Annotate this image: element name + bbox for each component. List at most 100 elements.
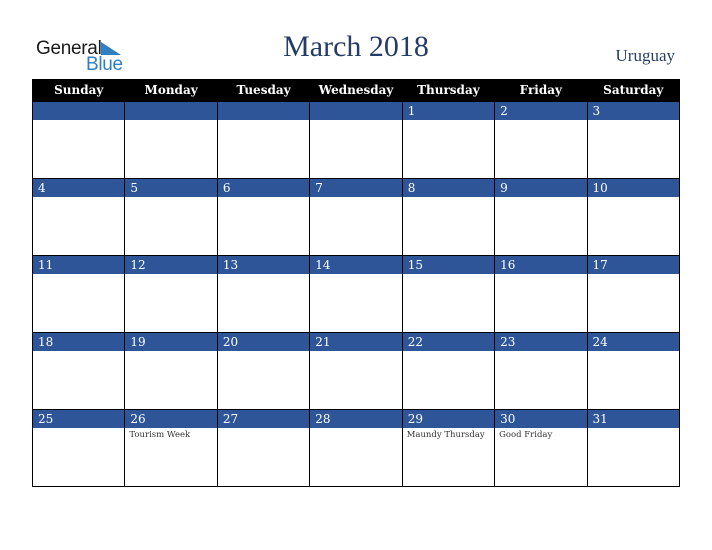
day-number: 6: [217, 179, 310, 197]
holiday-label: [495, 120, 586, 122]
day-number: 1: [402, 102, 495, 120]
day-number: 30: [495, 410, 587, 428]
day-cell[interactable]: 6: [216, 178, 311, 256]
day-cell[interactable]: [309, 101, 403, 179]
day-cell[interactable]: 27: [216, 409, 311, 487]
day-number: 10: [587, 179, 679, 197]
day-number: 27: [217, 410, 310, 428]
day-cell[interactable]: 25: [31, 409, 126, 487]
holiday-label: [588, 428, 679, 430]
day-number: 7: [310, 179, 402, 197]
day-cell[interactable]: 24: [586, 332, 681, 410]
holiday-label: [588, 351, 679, 353]
day-cell[interactable]: [216, 101, 311, 179]
holiday-label: [403, 120, 494, 122]
weekday-header-friday: Friday: [494, 79, 588, 102]
day-cell[interactable]: 11: [31, 255, 126, 333]
holiday-label: [403, 351, 494, 353]
weekday-header-tuesday: Tuesday: [216, 79, 311, 102]
day-number: 31: [587, 410, 679, 428]
day-cell[interactable]: 23: [494, 332, 588, 410]
day-number: 29: [402, 410, 495, 428]
day-number: [217, 102, 310, 120]
day-number: 4: [33, 179, 125, 197]
day-number: 13: [217, 256, 310, 274]
day-number: 18: [33, 333, 125, 351]
day-cell[interactable]: 26 Tourism Week: [124, 409, 218, 487]
holiday-label: [218, 274, 309, 276]
holiday-label: [310, 197, 401, 199]
holiday-label: [495, 197, 586, 199]
holiday-label: [218, 197, 309, 199]
holiday-label: [310, 428, 401, 430]
day-number: 17: [587, 256, 679, 274]
day-number: [310, 102, 402, 120]
day-number: 9: [495, 179, 587, 197]
holiday-label: [218, 428, 309, 430]
day-number: 14: [310, 256, 402, 274]
day-number: 5: [125, 179, 217, 197]
day-cell[interactable]: 4: [31, 178, 126, 256]
day-cell[interactable]: 9: [494, 178, 588, 256]
week-row: 4 5 6 7 8 9 10: [31, 178, 681, 256]
calendar-title: March 2018: [283, 30, 429, 63]
day-cell[interactable]: 14: [309, 255, 403, 333]
day-cell[interactable]: 12: [124, 255, 218, 333]
day-number: 8: [402, 179, 495, 197]
day-cell[interactable]: 21: [309, 332, 403, 410]
holiday-label: [33, 120, 124, 122]
day-number: 21: [310, 333, 402, 351]
holiday-label: [495, 351, 586, 353]
holiday-label: [588, 197, 679, 199]
day-number: 26: [125, 410, 217, 428]
holiday-label: [125, 274, 216, 276]
week-row: 25 26 Tourism Week 27 28 29 Maundy Thursday 30 G…: [31, 409, 681, 487]
day-cell[interactable]: 22: [401, 332, 496, 410]
day-cell[interactable]: 29 Maundy Thursday: [401, 409, 496, 487]
day-cell[interactable]: 20: [216, 332, 311, 410]
holiday-label: [125, 351, 216, 353]
weekday-header-thursday: Thursday: [401, 79, 496, 102]
day-cell[interactable]: 8: [401, 178, 496, 256]
day-cell[interactable]: 17: [586, 255, 681, 333]
day-cell[interactable]: 31: [586, 409, 681, 487]
weekday-header-saturday: Saturday: [586, 79, 681, 102]
day-number: [125, 102, 217, 120]
holiday-label: Good Friday: [499, 430, 553, 440]
day-number: 16: [495, 256, 587, 274]
holiday-label: [403, 197, 494, 199]
day-number: 24: [587, 333, 679, 351]
day-number: 3: [587, 102, 679, 120]
day-cell[interactable]: 1: [401, 101, 496, 179]
day-cell[interactable]: 3: [586, 101, 681, 179]
holiday-label: [218, 120, 309, 122]
day-cell[interactable]: 28: [309, 409, 403, 487]
day-cell[interactable]: 30 Good Friday: [494, 409, 588, 487]
day-cell[interactable]: 5: [124, 178, 218, 256]
holiday-label: [33, 274, 124, 276]
day-cell[interactable]: [31, 101, 126, 179]
day-cell[interactable]: [124, 101, 218, 179]
day-cell[interactable]: 16: [494, 255, 588, 333]
day-cell[interactable]: 18: [31, 332, 126, 410]
day-number: 11: [33, 256, 125, 274]
day-cell[interactable]: 19: [124, 332, 218, 410]
week-row: 11 12 13 14 15 16 17: [31, 255, 681, 333]
holiday-label: [33, 428, 124, 430]
country-label: Uruguay: [615, 46, 675, 65]
day-cell[interactable]: 10: [586, 178, 681, 256]
day-cell[interactable]: 7: [309, 178, 403, 256]
day-cell[interactable]: 2: [494, 101, 588, 179]
holiday-label: [310, 120, 401, 122]
holiday-label: [310, 274, 401, 276]
day-number: 20: [217, 333, 310, 351]
weekday-header-row: Sunday Monday Tuesday Wednesday Thursday Frid…: [31, 79, 681, 102]
day-number: 2: [495, 102, 587, 120]
day-cell[interactable]: 13: [216, 255, 311, 333]
weekday-header-monday: Monday: [124, 79, 218, 102]
day-cell[interactable]: 15: [401, 255, 496, 333]
holiday-label: Tourism Week: [129, 430, 191, 440]
holiday-label: [588, 120, 679, 122]
holiday-label: [125, 120, 216, 122]
holiday-label: [33, 351, 124, 353]
